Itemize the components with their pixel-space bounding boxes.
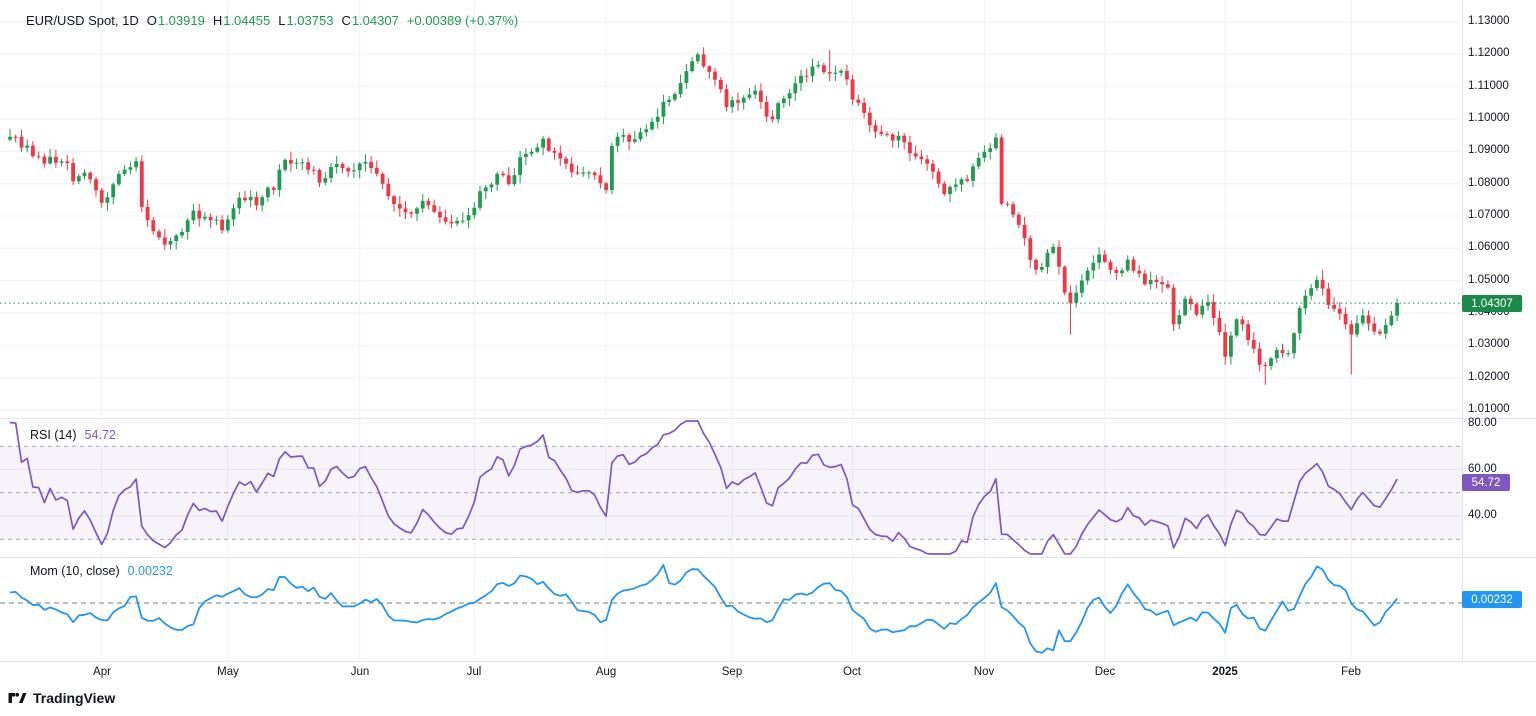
price-axis-label: 1.09000	[1468, 143, 1510, 158]
time-axis-label: Jun	[351, 666, 370, 678]
time-axis-label: Sep	[722, 666, 742, 678]
mom-label: Mom (10, close)	[30, 564, 120, 578]
rsi-axis-label: 80.00	[1468, 416, 1497, 431]
time-axis-label: Jul	[467, 666, 482, 678]
mom-pane-title: Mom (10, close) 0.00232	[30, 564, 173, 578]
time-axis-label: Dec	[1095, 666, 1115, 678]
high-readout: H1.04455	[213, 13, 270, 28]
price-axis-label: 1.07000	[1468, 208, 1510, 223]
time-axis-label: Nov	[974, 666, 994, 678]
time-axis-label: Aug	[596, 666, 616, 678]
low-readout: L1.03753	[278, 13, 333, 28]
close-readout: C1.04307	[341, 13, 398, 28]
rsi-value: 54.72	[85, 428, 116, 442]
tradingview-icon	[8, 691, 27, 705]
current-price-badge: 1.04307	[1462, 295, 1522, 312]
rsi-value-badge: 54.72	[1462, 474, 1510, 491]
time-axis-label: Feb	[1341, 666, 1361, 678]
price-axis-label: 1.02000	[1468, 370, 1510, 385]
tradingview-chart-widget: EUR/USD Spot, 1D O1.03919 H1.04455 L1.03…	[0, 0, 1536, 716]
rsi-pane-title: RSI (14) 54.72	[30, 428, 116, 442]
rsi-label: RSI (14)	[30, 428, 77, 442]
time-axis-label-year: 2025	[1212, 666, 1238, 678]
chart-plot-area[interactable]	[0, 0, 1536, 716]
time-axis-label: Oct	[843, 666, 861, 678]
price-axis-label: 1.11000	[1468, 79, 1509, 94]
symbol-ohlc-header: EUR/USD Spot, 1D O1.03919 H1.04455 L1.03…	[26, 13, 518, 28]
price-axis-label: 1.13000	[1468, 14, 1510, 29]
time-axis-label: May	[217, 666, 239, 678]
price-axis-label: 1.10000	[1468, 111, 1510, 126]
mom-value-badge: 0.00232	[1462, 591, 1522, 608]
tradingview-logo-link[interactable]: TradingView	[8, 690, 115, 706]
symbol-title: EUR/USD Spot, 1D	[26, 13, 139, 28]
open-readout: O1.03919	[147, 13, 205, 28]
tradingview-wordmark: TradingView	[33, 690, 115, 706]
price-axis-label: 1.12000	[1468, 46, 1510, 61]
price-axis-label: 1.06000	[1468, 240, 1510, 255]
price-axis-label: 1.01000	[1468, 402, 1510, 417]
price-axis-label: 1.08000	[1468, 176, 1510, 191]
rsi-axis-label: 40.00	[1468, 508, 1497, 523]
change-readout: +0.00389 (+0.37%)	[407, 13, 518, 28]
time-axis-label: Apr	[93, 666, 111, 678]
price-axis-label: 1.05000	[1468, 273, 1510, 288]
mom-value: 0.00232	[128, 564, 173, 578]
price-axis[interactable]	[1462, 0, 1536, 661]
price-axis-label: 1.03000	[1468, 337, 1510, 352]
